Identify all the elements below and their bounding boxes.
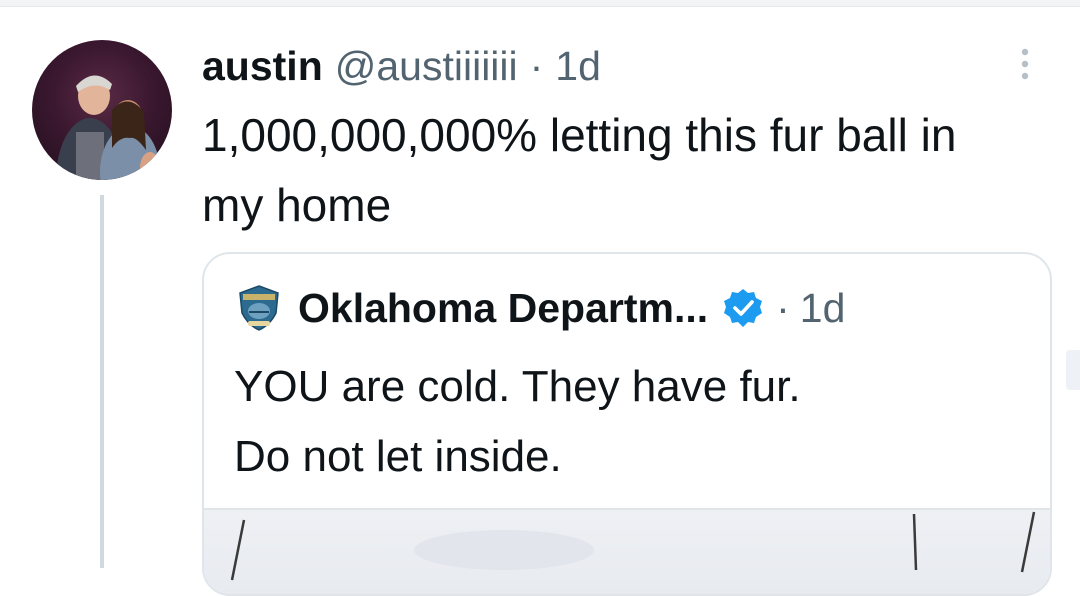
avatar-photo — [56, 75, 160, 180]
tweet-header: austin @austiiiiiii · 1d — [202, 38, 601, 94]
scroll-edge — [1066, 350, 1080, 390]
quoted-tweet-card[interactable]: Oklahoma Departm... · 1d YOU are cold. T… — [202, 252, 1052, 596]
separator-dot: · — [776, 284, 790, 331]
separator-dot: · — [529, 42, 544, 89]
quoted-tweet-time[interactable]: 1d — [800, 285, 846, 332]
tweet-time[interactable]: 1d — [555, 43, 601, 90]
more-vertical-icon[interactable] — [1012, 44, 1038, 84]
author-name[interactable]: austin — [202, 43, 323, 90]
quoted-tweet-image[interactable] — [204, 508, 1050, 594]
quoted-author-name[interactable]: Oklahoma Departm... — [298, 285, 708, 332]
tweet-text: 1,000,000,000% letting this fur ball in … — [202, 109, 957, 231]
thread-line — [100, 195, 104, 568]
quoted-tweet-line-2: Do not let inside. — [234, 432, 562, 481]
quoted-tweet-text: YOU are cold. They have fur. Do not let … — [234, 352, 1014, 492]
oklahoma-seal-icon — [234, 283, 284, 333]
avatar[interactable] — [32, 40, 172, 180]
author-handle[interactable]: @austiiiiiii — [335, 43, 518, 90]
quoted-tweet-line-1: YOU are cold. They have fur. — [234, 362, 801, 411]
quoted-tweet-header: Oklahoma Departm... · 1d — [234, 280, 845, 336]
top-divider — [0, 0, 1080, 7]
verified-badge-icon — [722, 287, 764, 329]
